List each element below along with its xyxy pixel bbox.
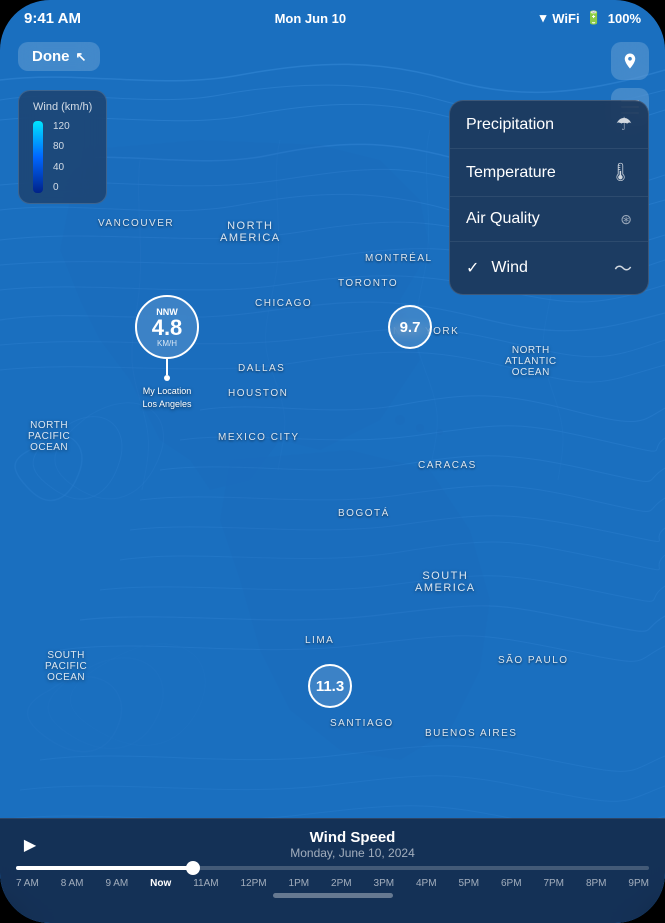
timeline-progress [16, 866, 193, 870]
speed-bubble-lima[interactable]: 11.3 [308, 664, 352, 708]
pin-bubble: NNW 4.8 KM/H [135, 295, 199, 359]
time-3pm: 3PM [374, 878, 395, 889]
time-1pm: 1PM [289, 878, 310, 889]
wind-legend: Wind (km/h) 120 80 40 0 [18, 90, 107, 204]
location-pin[interactable]: NNW 4.8 KM/H My LocationLos Angeles [135, 295, 199, 410]
precipitation-label: Precipitation [466, 116, 554, 134]
speed-circle-lima: 11.3 [308, 664, 352, 708]
wind-scale-40: 40 [53, 162, 70, 173]
wind-legend-title: Wind (km/h) [33, 101, 92, 113]
timeline-bar: ▶ Wind Speed Monday, June 10, 2024 7 AM … [0, 818, 665, 923]
wind-checkmark: ✓ [466, 258, 479, 278]
air-quality-icon: ⊛ [620, 211, 632, 228]
precipitation-icon: ☂ [616, 114, 632, 135]
time-now: Now [150, 878, 171, 889]
wind-label: Wind [491, 259, 527, 277]
dropdown-wind[interactable]: ✓ Wind 〜 [450, 242, 648, 294]
timeline-title: Wind Speed [56, 829, 649, 846]
time-9am: 9 AM [105, 878, 128, 889]
wind-scale-120: 120 [53, 121, 70, 132]
air-quality-label: Air Quality [466, 210, 540, 228]
location-icon [621, 52, 639, 70]
time-6pm: 6PM [501, 878, 522, 889]
play-button[interactable]: ▶ [16, 831, 44, 859]
time-12pm: 12PM [241, 878, 267, 889]
status-bar: 9:41 AM Mon Jun 10 ▾ WiFi 🔋 100% [0, 0, 665, 36]
dropdown-menu: Precipitation ☂ Temperature 🌡 Air Qualit… [449, 100, 649, 295]
wind-gradient-bar [33, 121, 43, 193]
battery-icon: 🔋 [586, 10, 602, 26]
temperature-label: Temperature [466, 164, 556, 182]
time-8pm: 8PM [586, 878, 607, 889]
speed-circle-new-york: 9.7 [388, 305, 432, 349]
time-8am: 8 AM [61, 878, 84, 889]
home-indicator [273, 893, 393, 898]
pin-speed: 4.8 [152, 317, 183, 339]
timeline-labels: 7 AM 8 AM 9 AM Now 11AM 12PM 1PM 2PM 3PM… [16, 878, 649, 889]
play-icon: ▶ [24, 835, 36, 855]
wind-scale-0: 0 [53, 182, 70, 193]
wind-scale-80: 80 [53, 141, 70, 152]
time-9pm: 9PM [628, 878, 649, 889]
wifi-icon: ▾ [540, 10, 547, 26]
timeline-track[interactable] [16, 866, 649, 870]
wind-scale-labels: 120 80 40 0 [53, 121, 70, 193]
speed-value-new-york: 9.7 [400, 319, 421, 336]
battery-level: 100% [608, 11, 641, 26]
pin-label: My LocationLos Angeles [142, 385, 191, 410]
status-date: Mon Jun 10 [275, 11, 347, 26]
cursor-icon: ↖ [76, 49, 87, 65]
wind-legend-scale: 120 80 40 0 [33, 121, 92, 193]
time-11am: 11AM [193, 878, 218, 889]
status-right: ▾ WiFi 🔋 100% [540, 10, 641, 26]
wifi-strength: WiFi [552, 11, 579, 26]
timeline-subtitle: Monday, June 10, 2024 [56, 846, 649, 860]
done-label: Done [32, 48, 70, 65]
speed-value-lima: 11.3 [316, 678, 344, 695]
timeline-top: ▶ Wind Speed Monday, June 10, 2024 [16, 819, 649, 866]
speed-bubble-new-york[interactable]: 9.7 [388, 305, 432, 349]
dropdown-air-quality[interactable]: Air Quality ⊛ [450, 197, 648, 242]
pin-unit: KM/H [157, 339, 177, 348]
dropdown-precipitation[interactable]: Precipitation ☂ [450, 101, 648, 149]
time-7pm: 7PM [543, 878, 564, 889]
temperature-icon: 🌡 [609, 162, 632, 183]
time-7am: 7 AM [16, 878, 39, 889]
time-4pm: 4PM [416, 878, 437, 889]
time-2pm: 2PM [331, 878, 352, 889]
device-frame: 9:41 AM Mon Jun 10 ▾ WiFi 🔋 100% Done ↖ [0, 0, 665, 923]
time-5pm: 5PM [458, 878, 479, 889]
done-button[interactable]: Done ↖ [18, 42, 100, 71]
dropdown-temperature[interactable]: Temperature 🌡 [450, 149, 648, 197]
timeline-thumb [186, 861, 200, 875]
pin-dot [164, 375, 170, 381]
location-button[interactable] [611, 42, 649, 80]
status-time: 9:41 AM [24, 10, 81, 27]
pin-stem [166, 359, 168, 375]
wind-icon: 〜 [614, 255, 632, 281]
timeline-title-area: Wind Speed Monday, June 10, 2024 [56, 829, 649, 860]
